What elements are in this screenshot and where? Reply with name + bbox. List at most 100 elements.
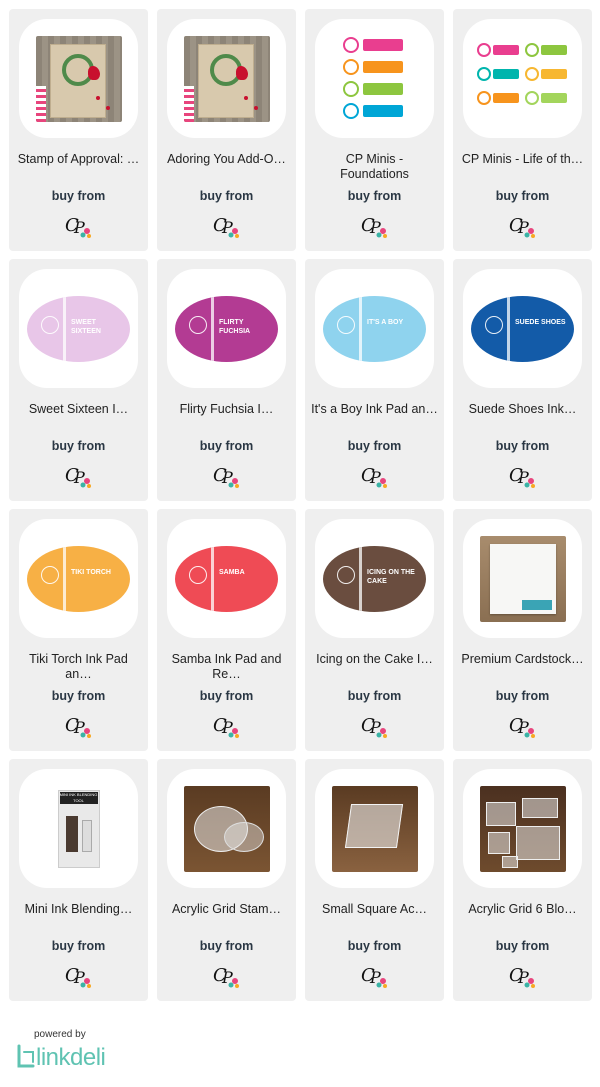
product-card[interactable]: SAMBA Samba Ink Pad and Re… buy from C P: [157, 509, 296, 751]
ink-pad-image: FLIRTY FUCHSIA: [175, 295, 278, 362]
product-thumbnail[interactable]: [167, 769, 286, 888]
product-card[interactable]: MINI INK BLENDING TOOL Mini Ink Blending…: [9, 759, 148, 1001]
product-image: [331, 785, 418, 872]
product-image: [473, 29, 573, 129]
product-card[interactable]: Premium Cardstock… buy from C P: [453, 509, 592, 751]
store-logo-icon[interactable]: C P: [211, 211, 241, 239]
product-title[interactable]: Flirty Fuchsia I…: [163, 402, 290, 434]
product-card[interactable]: Acrylic Grid Stam… buy from C P: [157, 759, 296, 1001]
product-title[interactable]: Adoring You Add-O…: [163, 152, 290, 184]
product-title[interactable]: Acrylic Grid Stam…: [163, 902, 290, 934]
store-logo-icon[interactable]: C P: [359, 961, 389, 989]
buy-from-link[interactable]: buy from: [453, 189, 592, 203]
product-thumbnail[interactable]: MINI INK BLENDING TOOL: [19, 769, 138, 888]
buy-from-link[interactable]: buy from: [9, 439, 148, 453]
product-image: MINI INK BLENDING TOOL: [35, 785, 122, 872]
ink-pad-image: IT'S A BOY: [323, 295, 426, 362]
product-image: [479, 535, 566, 622]
product-thumbnail[interactable]: ICING ON THE CAKE: [315, 519, 434, 638]
buy-from-link[interactable]: buy from: [157, 439, 296, 453]
product-card[interactable]: Stamp of Approval: … buy from C P: [9, 9, 148, 251]
buy-from-link[interactable]: buy from: [157, 189, 296, 203]
product-thumbnail[interactable]: [463, 19, 582, 138]
product-image: [35, 35, 122, 122]
ink-pad-image: SUEDE SHOES: [471, 295, 574, 362]
ink-pad-image: ICING ON THE CAKE: [323, 545, 426, 612]
product-image: [183, 785, 270, 872]
product-thumbnail[interactable]: [315, 769, 434, 888]
buy-from-link[interactable]: buy from: [305, 939, 444, 953]
buy-from-link[interactable]: buy from: [157, 939, 296, 953]
product-thumbnail[interactable]: SAMBA: [167, 519, 286, 638]
buy-from-link[interactable]: buy from: [305, 689, 444, 703]
product-title[interactable]: CP Minis - Life of th…: [459, 152, 586, 184]
store-logo-icon[interactable]: C P: [507, 961, 537, 989]
product-title[interactable]: Mini Ink Blending…: [15, 902, 142, 934]
store-logo-icon[interactable]: C P: [211, 961, 241, 989]
product-title[interactable]: Icing on the Cake I…: [311, 652, 438, 684]
store-logo-icon[interactable]: C P: [507, 211, 537, 239]
product-title[interactable]: Stamp of Approval: …: [15, 152, 142, 184]
product-title[interactable]: Suede Shoes Ink…: [459, 402, 586, 434]
store-logo-icon[interactable]: C P: [211, 461, 241, 489]
store-logo-icon[interactable]: C P: [63, 711, 93, 739]
ink-pad-image: TIKI TORCH: [27, 545, 130, 612]
product-thumbnail[interactable]: [167, 19, 286, 138]
linkdeli-logo-icon[interactable]: [15, 1044, 37, 1070]
store-logo-icon[interactable]: C P: [211, 711, 241, 739]
product-grid: Stamp of Approval: … buy from C P Adorin…: [9, 9, 592, 1001]
store-logo-icon[interactable]: C P: [507, 711, 537, 739]
product-card[interactable]: ICING ON THE CAKE Icing on the Cake I… b…: [305, 509, 444, 751]
product-thumbnail[interactable]: FLIRTY FUCHSIA: [167, 269, 286, 388]
product-image: [183, 35, 270, 122]
product-card[interactable]: SUEDE SHOES Suede Shoes Ink… buy from C …: [453, 259, 592, 501]
product-card[interactable]: CP Minis - Life of th… buy from C P: [453, 9, 592, 251]
ink-pad-image: SAMBA: [175, 545, 278, 612]
store-logo-icon[interactable]: C P: [507, 461, 537, 489]
product-title[interactable]: Acrylic Grid 6 Blo…: [459, 902, 586, 934]
store-logo-icon[interactable]: C P: [359, 711, 389, 739]
buy-from-link[interactable]: buy from: [305, 189, 444, 203]
product-title[interactable]: CP Minis - Foundations: [311, 152, 438, 184]
product-thumbnail[interactable]: [19, 19, 138, 138]
product-title[interactable]: Sweet Sixteen I…: [15, 402, 142, 434]
buy-from-link[interactable]: buy from: [9, 189, 148, 203]
buy-from-link[interactable]: buy from: [453, 939, 592, 953]
linkdeli-brand[interactable]: linkdeli: [36, 1044, 106, 1072]
product-thumbnail[interactable]: [315, 19, 434, 138]
product-card[interactable]: FLIRTY FUCHSIA Flirty Fuchsia I… buy fro…: [157, 259, 296, 501]
product-thumbnail[interactable]: IT'S A BOY: [315, 269, 434, 388]
buy-from-link[interactable]: buy from: [9, 689, 148, 703]
product-card[interactable]: IT'S A BOY It's a Boy Ink Pad an… buy fr…: [305, 259, 444, 501]
product-thumbnail[interactable]: SUEDE SHOES: [463, 269, 582, 388]
product-card[interactable]: CP Minis - Foundations buy from C P: [305, 9, 444, 251]
product-card[interactable]: Acrylic Grid 6 Blo… buy from C P: [453, 759, 592, 1001]
store-logo-icon[interactable]: C P: [63, 961, 93, 989]
product-thumbnail[interactable]: SWEET SIXTEEN: [19, 269, 138, 388]
buy-from-link[interactable]: buy from: [305, 439, 444, 453]
store-logo-icon[interactable]: C P: [359, 461, 389, 489]
buy-from-link[interactable]: buy from: [9, 939, 148, 953]
powered-by-label: powered by: [34, 1029, 86, 1040]
product-title[interactable]: Tiki Torch Ink Pad an…: [15, 652, 142, 684]
product-title[interactable]: Samba Ink Pad and Re…: [163, 652, 290, 684]
product-card[interactable]: Adoring You Add-O… buy from C P: [157, 9, 296, 251]
product-thumbnail[interactable]: [463, 769, 582, 888]
product-thumbnail[interactable]: [463, 519, 582, 638]
store-logo-icon[interactable]: C P: [63, 211, 93, 239]
buy-from-link[interactable]: buy from: [453, 439, 592, 453]
ink-pad-image: SWEET SIXTEEN: [27, 295, 130, 362]
product-thumbnail[interactable]: TIKI TORCH: [19, 519, 138, 638]
store-logo-icon[interactable]: C P: [63, 461, 93, 489]
buy-from-link[interactable]: buy from: [157, 689, 296, 703]
product-title[interactable]: It's a Boy Ink Pad an…: [311, 402, 438, 434]
product-card[interactable]: Small Square Ac… buy from C P: [305, 759, 444, 1001]
product-card[interactable]: SWEET SIXTEEN Sweet Sixteen I… buy from …: [9, 259, 148, 501]
product-image: [325, 29, 425, 129]
product-image: [479, 785, 566, 872]
product-title[interactable]: Small Square Ac…: [311, 902, 438, 934]
product-title[interactable]: Premium Cardstock…: [459, 652, 586, 684]
store-logo-icon[interactable]: C P: [359, 211, 389, 239]
buy-from-link[interactable]: buy from: [453, 689, 592, 703]
product-card[interactable]: TIKI TORCH Tiki Torch Ink Pad an… buy fr…: [9, 509, 148, 751]
